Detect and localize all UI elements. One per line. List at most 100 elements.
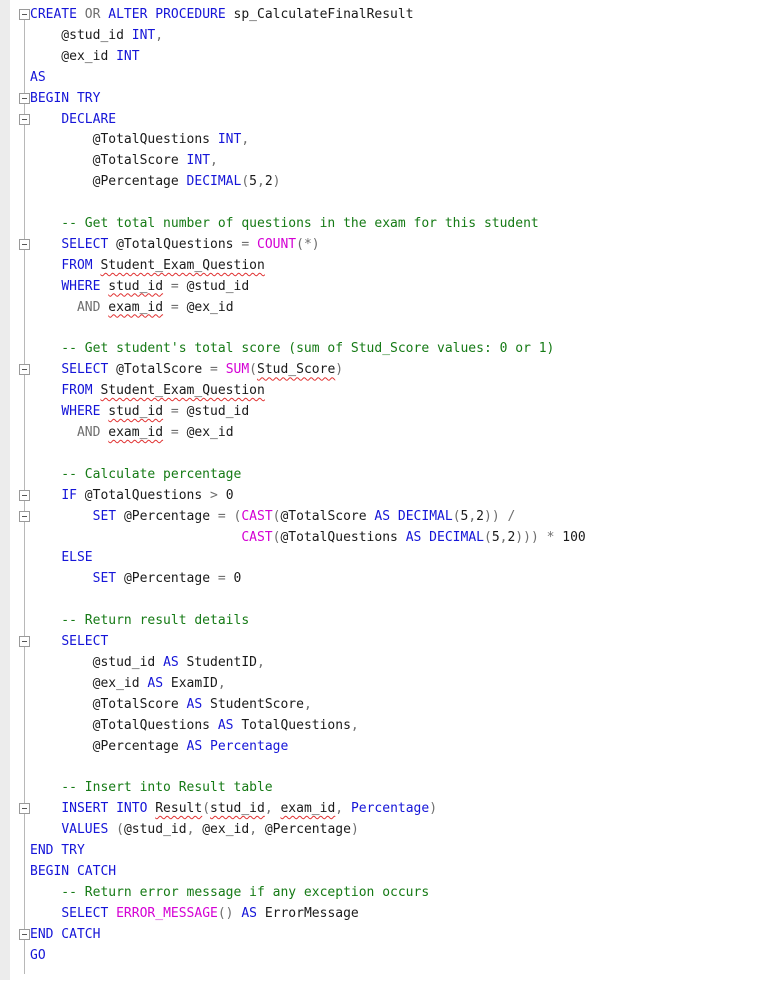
text-token: @ex_id	[30, 48, 117, 64]
operator-token: =	[210, 362, 226, 378]
identifier-token: Stud_Score	[257, 362, 336, 378]
text-token: @ex_id	[202, 822, 250, 838]
text-token: @Percentage	[123, 508, 218, 524]
code-line[interactable]: AND exam_id = @ex_id	[30, 422, 234, 443]
code-line[interactable]: END TRY	[30, 840, 85, 861]
keyword-token: WHERE	[61, 404, 109, 420]
code-line[interactable]: FROM Student_Exam_Question	[30, 380, 265, 401]
code-line[interactable]: @Percentage DECIMAL(5,2)	[30, 171, 281, 192]
code-line[interactable]: @TotalScore AS StudentScore,	[30, 694, 312, 715]
keyword-token: AS DECIMAL	[374, 508, 453, 524]
keyword-token: END CATCH	[30, 926, 101, 942]
code-line[interactable]: -- Get total number of questions in the …	[30, 213, 538, 234]
code-line[interactable]: VALUES (@stud_id, @ex_id, @Percentage)	[30, 819, 358, 840]
code-line[interactable]: DECLARE	[30, 109, 116, 130]
text-token: @stud_id	[186, 278, 250, 294]
code-line[interactable]: @stud_id INT,	[30, 25, 163, 46]
operator-token: OR	[84, 7, 109, 22]
code-line[interactable]: -- Insert into Result table	[30, 777, 272, 798]
collapse-icon[interactable]	[19, 113, 30, 125]
keyword-token: SET	[92, 508, 124, 524]
collapse-icon[interactable]	[19, 489, 30, 501]
code-line[interactable]: AND exam_id = @ex_id	[30, 297, 234, 318]
code-line[interactable]: @TotalQuestions AS TotalQuestions,	[30, 715, 359, 736]
function-token: CAST	[241, 508, 273, 524]
code-line[interactable]: SELECT @TotalScore = SUM(Stud_Score)	[30, 359, 343, 380]
identifier-token: exam_id	[280, 801, 336, 817]
text-token: 2	[264, 174, 273, 190]
code-line[interactable]: SELECT ERROR_MESSAGE() AS ErrorMessage	[30, 903, 358, 924]
code-line[interactable]: IF @TotalQuestions > 0	[30, 485, 233, 506]
operator-token: >	[210, 487, 226, 503]
collapse-icon[interactable]	[19, 92, 30, 104]
code-line[interactable]: AS	[30, 67, 46, 88]
collapse-icon[interactable]	[19, 636, 30, 647]
code-line[interactable]: @TotalScore INT,	[30, 150, 218, 171]
operator-token: (	[202, 801, 211, 817]
text-token: @ex_id	[186, 425, 234, 440]
operator-token: )	[272, 174, 281, 190]
code-line[interactable]: -- Return error message if any exception…	[30, 882, 429, 903]
text-token: TotalQuestions	[241, 717, 351, 733]
keyword-token: AS	[217, 717, 242, 733]
code-line[interactable]: CAST(@TotalQuestions AS DECIMAL(5,2))) *…	[30, 527, 585, 548]
operator-token: =	[170, 425, 187, 440]
keyword-token: AS	[163, 654, 187, 670]
text-token: @Percentage	[30, 738, 187, 754]
keyword-token: FROM	[61, 257, 101, 273]
code-line[interactable]: @stud_id AS StudentID,	[30, 652, 265, 673]
collapse-icon[interactable]	[19, 803, 30, 815]
code-line[interactable]: FROM Student_Exam_Question	[30, 255, 265, 276]
operator-token: ))) *	[515, 529, 563, 545]
collapse-icon[interactable]	[19, 510, 30, 522]
code-line[interactable]: SELECT @TotalQuestions = COUNT(*)	[30, 234, 319, 255]
code-line[interactable]: WHERE stud_id = @stud_id	[30, 401, 249, 422]
keyword-token: AS Percentage	[186, 738, 289, 754]
keyword-token: AS	[30, 69, 46, 85]
keyword-token: SET	[92, 571, 124, 587]
code-line[interactable]: GO	[30, 945, 46, 966]
collapse-icon[interactable]	[19, 928, 30, 940]
code-line[interactable]: CREATE OR ALTER PROCEDURE sp_CalculateFi…	[30, 4, 414, 25]
code-line[interactable]: @Percentage AS Percentage	[30, 736, 289, 757]
code-line[interactable]: @ex_id INT	[30, 46, 139, 67]
operator-token: (	[249, 362, 257, 378]
text-token: StudentID	[186, 654, 257, 670]
code-line[interactable]: ELSE	[30, 547, 92, 568]
code-line[interactable]: -- Return result details	[30, 610, 249, 631]
keyword-token: BEGIN TRY	[30, 90, 101, 106]
code-line[interactable]: @TotalQuestions INT,	[30, 129, 250, 150]
comment-token: -- Return error message if any exception…	[30, 884, 430, 900]
operator-token: =	[170, 404, 187, 420]
code-line[interactable]: SELECT	[30, 631, 108, 652]
text-token: @Percentage	[264, 822, 351, 838]
code-line[interactable]: INSERT INTO Result(stud_id, exam_id, Per…	[30, 798, 437, 819]
identifier-token: exam_id	[108, 299, 164, 315]
code-line[interactable]: END CATCH	[30, 924, 100, 945]
code-line[interactable]: SET @Percentage = (CAST (@TotalScore AS D…	[30, 506, 516, 527]
keyword-token: FROM	[61, 383, 101, 399]
code-line[interactable]: -- Calculate percentage	[30, 464, 241, 485]
collapse-icon[interactable]	[19, 238, 30, 250]
keyword-token: CREATE	[30, 7, 85, 22]
collapse-icon[interactable]	[19, 364, 30, 376]
keyword-token: ALTER PROCEDURE	[108, 7, 234, 22]
code-line[interactable]: SET @Percentage = 0	[30, 568, 242, 589]
code-line[interactable]: @ex_id AS ExamID,	[30, 673, 226, 694]
code-line[interactable]: WHERE stud_id = @stud_id	[30, 276, 249, 297]
keyword-token: AS	[147, 675, 171, 691]
code-line[interactable]: -- Get student's total score (sum of Stu…	[30, 338, 554, 359]
code-line[interactable]: BEGIN TRY	[30, 88, 100, 109]
code-line[interactable]: BEGIN CATCH	[30, 861, 116, 882]
text-token: 0	[233, 571, 242, 587]
collapse-icon[interactable]	[19, 9, 30, 20]
sql-code-editor[interactable]: CREATE OR ALTER PROCEDURE sp_CalculateFi…	[0, 0, 757, 1000]
